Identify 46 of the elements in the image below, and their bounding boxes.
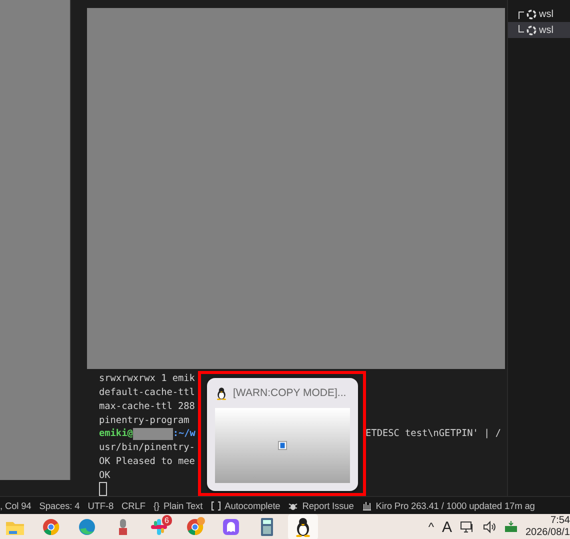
input-method-indicator[interactable]: A [442, 518, 452, 536]
browser-icon [185, 517, 205, 537]
bracket-icon [210, 500, 221, 510]
penguin-icon [293, 517, 313, 537]
braces-icon: {} [153, 500, 160, 510]
status-item[interactable]: Kiro Pro 263.41 / 1000 updated 17m ag [376, 500, 535, 510]
chart-icon [362, 500, 372, 510]
status-item[interactable]: Autocomplete [224, 500, 280, 510]
taskbar-app[interactable]: 6 [144, 514, 174, 539]
prompt-user: emiki@ [99, 428, 133, 440]
terminal-text: max-cache-ttl 288 [99, 400, 195, 412]
terminal-icon [526, 8, 537, 20]
ghost-icon [221, 517, 241, 537]
tree-line-icon [518, 9, 524, 19]
status-item[interactable]: Report Issue [302, 500, 354, 510]
window-icon [278, 441, 287, 450]
browser-icon [41, 517, 61, 537]
terminal-text: srwxrwxrwx 1 emik [99, 373, 195, 384]
redaction-block [132, 428, 173, 440]
browser-icon [77, 517, 97, 537]
status-item[interactable]: , Col 94 [0, 500, 32, 510]
bug-icon [288, 500, 298, 510]
terminal-tab[interactable]: wsl [508, 22, 570, 38]
notification-badge: 6 [162, 515, 172, 526]
terminal-icon [526, 24, 537, 36]
terminal-text: default-cache-ttl [99, 387, 195, 398]
taskbar-app[interactable] [288, 514, 318, 539]
terminal-text: usr/bin/pinentry- [99, 442, 195, 454]
status-item[interactable]: Spaces: 4 [39, 500, 80, 510]
terminal-text: OK Pleased to mee [99, 456, 195, 467]
terminal-text: ETDESC test\nGETPIN' | / [366, 428, 501, 440]
prompt-path: :~/w [172, 428, 196, 440]
clock-date[interactable]: 2026/08/1 [526, 527, 570, 539]
terminal-cursor [99, 482, 107, 496]
popup-title: [WARN:COPY MODE]... [233, 387, 346, 399]
status-item[interactable]: UTF-8 [88, 500, 114, 510]
terminal-text: pinentry-program [99, 414, 190, 426]
terminal-text: OK [99, 470, 110, 481]
penguin-icon [215, 386, 228, 400]
speaker-icon[interactable] [482, 520, 496, 534]
tray-chevron[interactable]: ^ [428, 520, 434, 534]
status-item[interactable]: CRLF [122, 500, 146, 510]
terminal-tab[interactable]: wsl [508, 6, 570, 22]
status-item[interactable]: Plain Text [163, 500, 203, 510]
tree-line-icon [518, 25, 524, 35]
clock-time[interactable]: 7:54 [550, 515, 570, 527]
